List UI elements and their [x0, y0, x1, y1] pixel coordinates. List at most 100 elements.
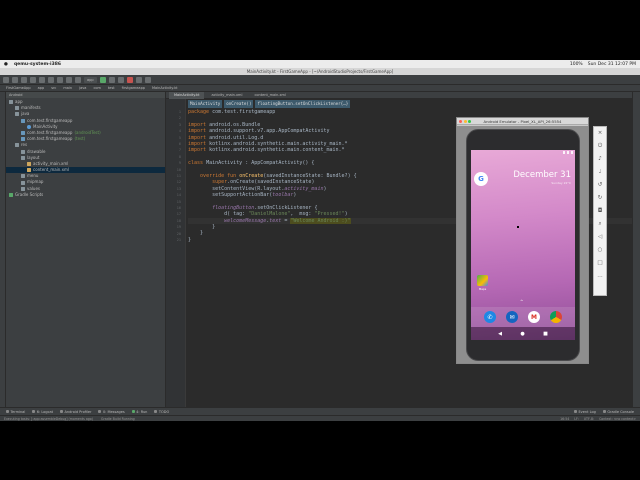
editor-tab[interactable]: content_main.xml [249, 92, 290, 99]
sdk-manager-icon[interactable] [135, 76, 142, 83]
code-crumb-lambda[interactable]: floatingButton.setOnClickListener{…} [255, 100, 351, 108]
profiler-icon [60, 410, 64, 413]
emu-back-icon[interactable]: ◁ [597, 234, 604, 241]
run-icon[interactable] [99, 76, 106, 83]
avd-manager-icon[interactable] [144, 76, 151, 83]
redo-icon[interactable] [39, 76, 45, 83]
window-title: MainActivity.kt - FirstGameApp - [~/Andr… [0, 68, 640, 75]
logcat-tab[interactable]: 6: Logcat [32, 410, 53, 414]
tree-item-label: Gradle Scripts [15, 191, 44, 197]
wifi-icon [562, 151, 565, 154]
breadcrumb-item[interactable]: firstgameapp [120, 86, 147, 90]
rotate-right-icon[interactable]: ↻ [597, 195, 604, 202]
gradle-icon [9, 192, 13, 197]
todo-label: TODO [158, 409, 170, 414]
stop-icon[interactable] [126, 76, 133, 83]
sync-icon[interactable] [21, 76, 27, 83]
file-encoding[interactable]: UTF-8: [584, 417, 594, 421]
editor-tab[interactable]: activity_main.xml [206, 92, 247, 99]
home-icon[interactable]: ● [520, 331, 524, 337]
tree-item-source-set: (test) [74, 136, 86, 142]
zoom-in-icon[interactable]: ⌕ [597, 221, 604, 228]
breadcrumb-item[interactable]: app [36, 86, 47, 90]
screenshot-icon[interactable]: ◘ [597, 208, 604, 215]
home-date[interactable]: December 31 [513, 170, 571, 180]
todo-tab[interactable]: TODO [154, 410, 169, 414]
run-tab[interactable]: 4: Run [131, 410, 147, 414]
app-drawer-arrow-icon[interactable]: ^ [520, 299, 523, 304]
back-icon[interactable]: ◀ [498, 331, 502, 337]
zoom-icon[interactable] [468, 120, 471, 123]
app-menu-name[interactable]: qemu-system-i386 [14, 62, 61, 67]
apple-icon[interactable]: ● [4, 62, 8, 67]
rotate-left-icon[interactable]: ↺ [597, 182, 604, 189]
breadcrumb-item[interactable]: test [106, 86, 117, 90]
gradle-console-tab[interactable]: Gradle Console [602, 410, 634, 414]
emu-close-icon[interactable]: × [597, 130, 604, 137]
emu-overview-icon[interactable]: □ [597, 260, 604, 267]
folder-icon [15, 106, 19, 111]
profiler-tab[interactable]: Android Profiler [60, 410, 91, 414]
context-indicator[interactable]: Context: <no context> [599, 417, 636, 421]
copy-icon[interactable] [57, 76, 63, 83]
tree-item-label: com.test.firstgameapp [27, 136, 73, 142]
mouse-cursor [517, 226, 519, 228]
cut-icon[interactable] [48, 76, 54, 83]
breadcrumb-item[interactable]: main [61, 86, 74, 90]
editor-tabs: MainActivity.kt activity_main.xml content_… [166, 92, 632, 99]
emulator-title-bar[interactable]: Android Emulator - Pixel_XL_API_26:5554 [457, 118, 588, 125]
line-separator[interactable]: LF: [574, 417, 578, 421]
tree-item[interactable]: Gradle Scripts [6, 192, 165, 198]
breadcrumb-item[interactable]: com [91, 86, 102, 90]
save-icon[interactable] [12, 76, 18, 83]
code-crumb-class[interactable]: MainActivity [188, 100, 223, 108]
recents-icon[interactable]: ■ [543, 331, 548, 337]
maps-app-icon[interactable] [477, 275, 488, 286]
debug-icon[interactable] [108, 76, 115, 83]
emulator-body: G December 31 Sunday 22°C Maps ^ ✆ ✉ M ◀… [457, 126, 588, 363]
paste-icon[interactable] [66, 76, 72, 83]
folder-icon [21, 186, 25, 191]
cursor-position[interactable]: 16:54 [560, 417, 569, 421]
messages-app-icon[interactable]: ✉ [506, 311, 518, 323]
profile-icon[interactable] [117, 76, 124, 83]
home-weather[interactable]: Sunday 22°C [551, 181, 571, 185]
more-icon[interactable]: … [597, 273, 604, 280]
battery-status[interactable]: 100% [570, 62, 583, 67]
chrome-app-icon[interactable] [550, 311, 562, 323]
battery-icon [570, 151, 573, 154]
volume-up-icon[interactable]: ♪ [597, 156, 604, 163]
phone-screen[interactable]: G December 31 Sunday 22°C Maps ^ ✆ ✉ M ◀… [471, 150, 575, 340]
status-message[interactable]: Executing tasks: [:app:assembleDebug] (m… [4, 417, 93, 421]
run-tab-icon [131, 410, 135, 413]
google-search-icon[interactable]: G [474, 172, 488, 186]
terminal-tab[interactable]: Terminal [6, 410, 25, 414]
minimize-icon[interactable] [463, 120, 467, 123]
project-panel: Android app manifests java com.test.firstga… [6, 92, 166, 407]
editor-tab[interactable]: MainActivity.kt [169, 92, 205, 99]
gmail-app-icon[interactable]: M [528, 311, 540, 323]
breadcrumb-item[interactable]: FirstGameApp [4, 86, 33, 90]
code-crumb-method[interactable]: onCreate() [224, 100, 254, 108]
volume-down-icon[interactable]: ♩ [597, 169, 604, 176]
emulator-side-controls: × ⏻ ♪ ♩ ↺ ↻ ◘ ⌕ ◁ ○ □ … [593, 126, 607, 296]
breadcrumb-item[interactable]: MainActivity.kt [150, 86, 179, 90]
breadcrumb-item[interactable]: java [77, 86, 88, 90]
power-icon[interactable]: ⏻ [597, 143, 604, 150]
messages-tab[interactable]: 0: Messages [98, 410, 125, 414]
open-icon[interactable] [3, 76, 9, 83]
phone-app-icon[interactable]: ✆ [484, 311, 496, 323]
breadcrumb-item[interactable]: src [49, 86, 58, 90]
home-dock: ✆ ✉ M [471, 307, 575, 327]
close-icon[interactable] [459, 120, 462, 123]
run-config-select[interactable]: app [84, 76, 97, 83]
folder-icon [15, 143, 19, 148]
emu-home-icon[interactable]: ○ [597, 247, 604, 254]
clock[interactable]: Sun Dec 31 12:07 PM [588, 62, 636, 67]
hammer-icon[interactable] [75, 76, 81, 83]
folder-icon [9, 100, 13, 105]
gradle-status[interactable]: Gradle Build Running [101, 417, 135, 421]
event-log-tab[interactable]: Event Log [573, 410, 596, 414]
phone-nav-bar: ◀ ● ■ [471, 327, 575, 340]
undo-icon[interactable] [30, 76, 36, 83]
